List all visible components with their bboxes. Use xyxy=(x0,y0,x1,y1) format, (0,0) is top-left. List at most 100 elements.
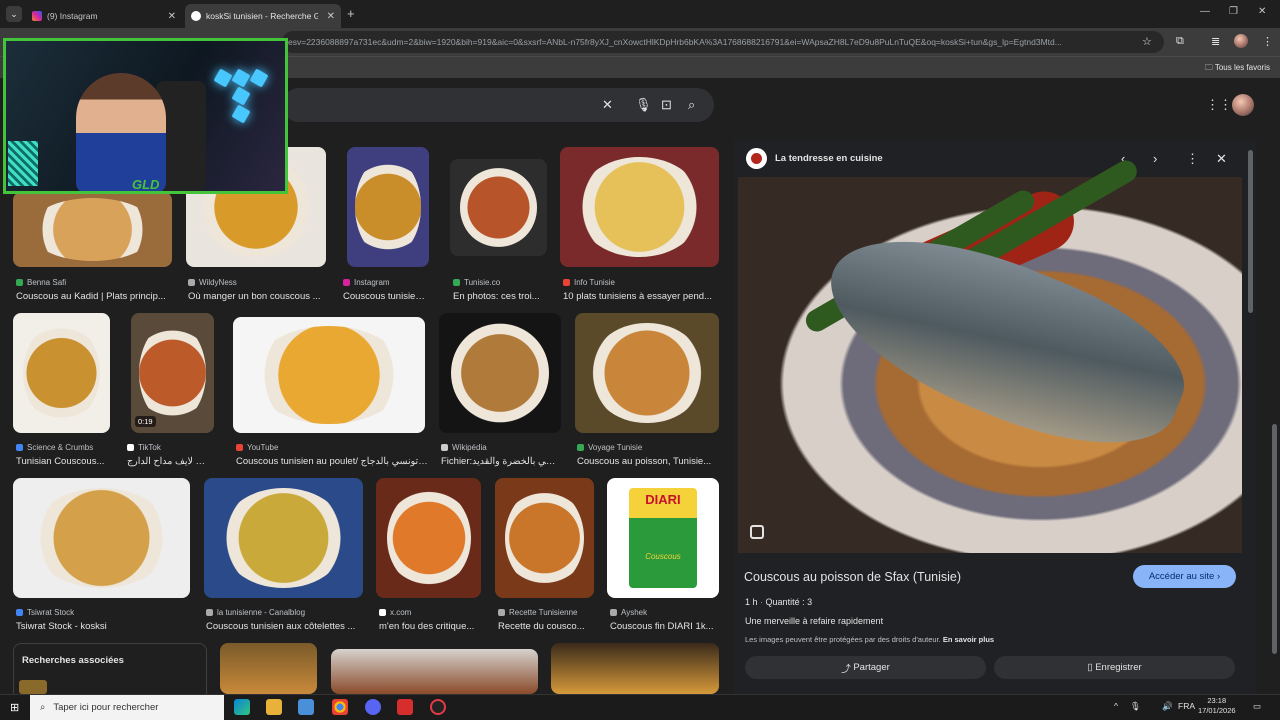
result-thumbnail[interactable] xyxy=(575,313,719,433)
store-icon[interactable] xyxy=(298,699,314,715)
result-thumbnail[interactable] xyxy=(131,313,214,433)
result-thumbnail[interactable] xyxy=(13,313,110,433)
result-title[interactable]: 10 plats tunisiens à essayer pend... xyxy=(563,291,722,302)
result-source[interactable]: TikTok xyxy=(127,443,161,452)
result-title[interactable]: Tunisian Couscous... xyxy=(16,456,113,467)
tab-instagram[interactable]: (9) Instagram ✕ xyxy=(26,4,182,28)
mic-icon[interactable]: 🎙 xyxy=(1130,701,1141,712)
visit-site-button[interactable]: Accéder au site › xyxy=(1133,565,1236,588)
url-text[interactable]: esv=2236088897a731ec&udm=2&biw=1920&bih=… xyxy=(288,37,1138,47)
tab-search-icon[interactable]: ⌄ xyxy=(6,6,22,22)
site-logo[interactable] xyxy=(746,148,767,169)
result-source[interactable]: Science & Crumbs xyxy=(16,443,93,452)
result-source[interactable]: Tsiwrat Stock xyxy=(16,608,74,617)
result-thumbnail[interactable] xyxy=(495,478,594,598)
result-thumbnail[interactable] xyxy=(13,478,190,598)
menu-icon[interactable]: ⋮ xyxy=(1262,35,1273,48)
result-source[interactable]: la tunisienne - Canalblog xyxy=(206,608,305,617)
obs-icon[interactable] xyxy=(430,699,446,715)
preview-title[interactable]: Couscous au poisson de Sfax (Tunisie) xyxy=(744,570,961,584)
result-thumbnail[interactable] xyxy=(439,313,561,433)
result-title[interactable]: Couscous fin DIARI 1k... xyxy=(610,621,722,632)
site-name[interactable]: La tendresse en cuisine xyxy=(775,153,883,164)
result-source[interactable]: Ayshek xyxy=(610,608,647,617)
bookmark-star-icon[interactable]: ☆ xyxy=(1142,35,1152,48)
result-title[interactable]: Recette du cousco... xyxy=(498,621,597,632)
result-source[interactable]: Voyage Tunisie xyxy=(577,443,642,452)
result-title[interactable]: Couscous tunisien au poulet/ كسكسي تونسي… xyxy=(236,456,428,467)
result-title[interactable]: Couscous au poisson, Tunisie... xyxy=(577,456,721,467)
file-explorer-icon[interactable] xyxy=(266,699,282,715)
discord-icon[interactable] xyxy=(365,699,381,715)
result-source[interactable]: WildyNess xyxy=(188,278,237,287)
result-thumbnail[interactable] xyxy=(376,478,481,598)
source-name: la tunisienne - Canalblog xyxy=(217,608,306,617)
result-thumbnail-partial[interactable] xyxy=(220,643,317,694)
result-source[interactable]: Tunisie.co xyxy=(453,278,500,287)
taskbar-search[interactable]: ⌕ Taper ici pour rechercher xyxy=(30,695,224,720)
result-thumbnail[interactable] xyxy=(13,192,172,267)
related-thumb[interactable] xyxy=(19,680,47,694)
result-source[interactable]: YouTube xyxy=(236,443,278,452)
result-source[interactable]: Benna Safi xyxy=(16,278,66,287)
all-bookmarks[interactable]: 🗀 Tous les favoris xyxy=(1205,62,1270,76)
result-title[interactable]: Tsiwrat Stock - kosksi xyxy=(16,621,193,632)
result-title[interactable]: Fichier:كسكسي بالخضرة والقديد... xyxy=(441,456,563,467)
result-source[interactable]: Wikipédia xyxy=(441,443,487,452)
result-source[interactable]: x.com xyxy=(379,608,411,617)
source-favicon-icon xyxy=(236,444,243,451)
tab-google-search[interactable]: koskSi tunisien - Recherche Goo ✕ xyxy=(185,4,341,28)
share-button[interactable]: ⤴ Partager xyxy=(745,656,986,679)
streaming-app-icon[interactable] xyxy=(397,699,413,715)
result-title[interactable]: Couscous au Kadid | Plats princip... xyxy=(16,291,175,302)
result-source[interactable]: Recette Tunisienne xyxy=(498,608,578,617)
close-icon[interactable]: ✕ xyxy=(168,11,176,22)
tray-chevron-icon[interactable]: ^ xyxy=(1114,701,1118,711)
next-icon[interactable]: › xyxy=(1153,151,1157,166)
google-apps-icon[interactable]: ⋮⋮ xyxy=(1206,97,1232,113)
result-thumbnail[interactable] xyxy=(347,147,429,267)
result-title[interactable]: Couscous tunisien aux côtelettes ... xyxy=(206,621,365,632)
result-thumbnail[interactable]: DIARI Couscous xyxy=(607,478,719,598)
result-source[interactable]: Instagram xyxy=(343,278,390,287)
microphone-icon[interactable]: 🎙 xyxy=(635,97,652,113)
search-icon[interactable]: ⌕ xyxy=(688,97,695,113)
page-scrollbar[interactable] xyxy=(1272,424,1277,654)
extensions-icon[interactable]: ⧉ xyxy=(1176,35,1184,48)
chrome-icon[interactable] xyxy=(332,699,348,715)
result-title[interactable]: كسكسي لايف مداح الدارج... xyxy=(127,456,210,467)
result-thumbnail-partial[interactable] xyxy=(551,643,719,694)
close-panel-icon[interactable]: ✕ xyxy=(1216,151,1227,167)
profile-avatar[interactable] xyxy=(1234,34,1248,48)
lens-search-icon[interactable] xyxy=(750,525,764,539)
result-title[interactable]: m'en fou des critique... xyxy=(379,621,484,632)
learn-more-link[interactable]: En savoir plus xyxy=(943,635,994,644)
minimize-icon[interactable]: — xyxy=(1200,6,1210,17)
save-button[interactable]: ▯ Enregistrer xyxy=(994,656,1235,679)
more-options-icon[interactable]: ⋮ xyxy=(1186,151,1199,167)
panel-scrollbar[interactable] xyxy=(1248,150,1253,313)
lens-icon[interactable]: ⊡ xyxy=(661,97,672,113)
result-thumbnail[interactable] xyxy=(233,317,425,433)
clear-icon[interactable]: ✕ xyxy=(602,97,613,113)
clock[interactable]: 23:18 17/01/2026 xyxy=(1198,696,1236,716)
restore-icon[interactable]: ❐ xyxy=(1229,6,1238,17)
new-tab-icon[interactable]: + xyxy=(347,6,355,21)
result-source[interactable]: Info Tunisie xyxy=(563,278,615,287)
result-title[interactable]: En photos: ces troi... xyxy=(453,291,550,302)
language-indicator[interactable]: FRA xyxy=(1178,701,1195,711)
speaker-icon[interactable]: 🔊 xyxy=(1162,701,1173,712)
windows-start-icon[interactable]: ⊞ xyxy=(10,701,19,714)
result-title[interactable]: Couscous tunisien ... xyxy=(343,291,425,302)
result-thumbnail[interactable] xyxy=(204,478,363,598)
window-close-icon[interactable]: ✕ xyxy=(1258,6,1266,17)
edge-icon[interactable] xyxy=(234,699,250,715)
reading-list-icon[interactable]: ≣ xyxy=(1211,35,1220,48)
result-thumbnail[interactable] xyxy=(450,159,547,256)
notifications-icon[interactable]: ▭ xyxy=(1253,701,1261,712)
close-icon[interactable]: ✕ xyxy=(327,11,335,22)
account-avatar[interactable] xyxy=(1232,94,1254,116)
result-thumbnail-partial[interactable] xyxy=(331,649,538,694)
result-thumbnail[interactable] xyxy=(560,147,719,267)
result-title[interactable]: Où manger un bon couscous ... xyxy=(188,291,328,302)
